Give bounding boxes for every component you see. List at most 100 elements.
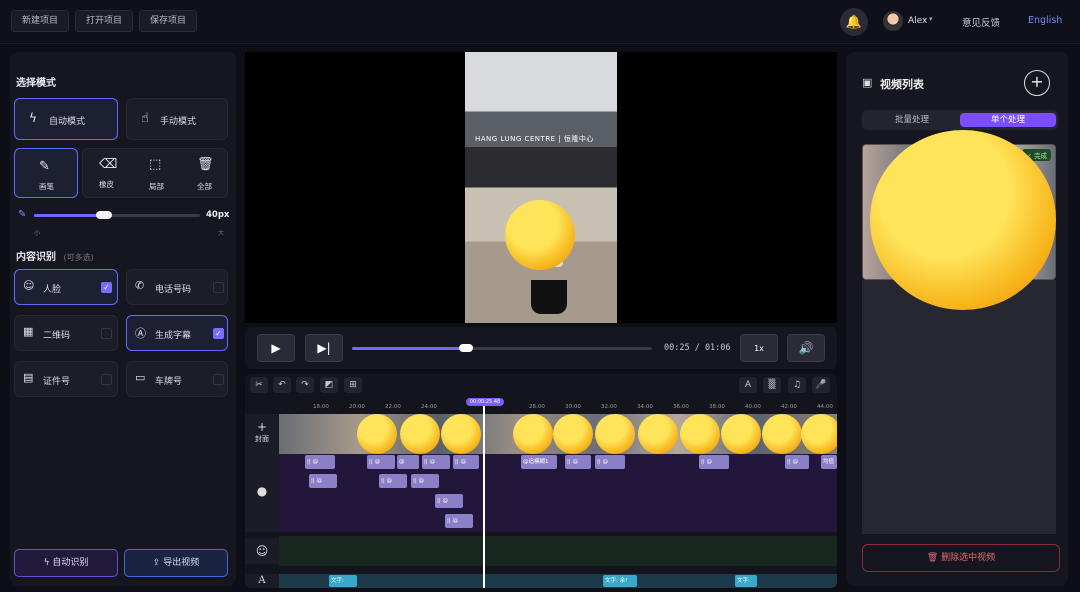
qrcode-checkbox[interactable] [101,328,112,339]
face-blur-emoji [400,414,440,454]
face-blur-emoji [357,414,397,454]
text-detect-icon[interactable]: A [739,377,757,393]
effect-chip[interactable]: || @ [379,474,407,488]
effect-chip[interactable]: || @ [699,455,729,469]
save-project-button[interactable]: 保存项目 [139,10,198,32]
mic-icon[interactable]: 🎤 [812,377,830,393]
insert-icon[interactable]: ⊞ [344,377,362,393]
caret-down-icon[interactable]: ▾ [929,15,933,23]
video-list-icon: ▣ [862,76,873,89]
mode-title: 选择模式 [16,78,56,89]
user-name[interactable]: Alex [908,16,927,26]
local-label: 局部 [149,182,164,191]
play-button[interactable]: ▶ [257,334,295,362]
effect-chip[interactable]: || @ [422,455,450,469]
subtitle-option[interactable]: Ⓐ 生成字幕 ✓ [126,315,228,351]
playhead[interactable] [483,404,485,588]
brush-size-slider[interactable] [34,211,200,219]
effects-track[interactable] [279,454,837,532]
tool-group: ⌫ 橡皮 ⬚ 局部 🗑 全部 [82,148,228,198]
subtitle-checkbox[interactable]: ✓ [213,328,224,339]
mosaic-icon[interactable]: ▒ [763,377,781,393]
trash-icon: 🗑 [197,157,214,172]
ruler-tick: 22:00 [385,404,401,410]
idcard-option[interactable]: ▤ 证件号 [14,361,118,397]
auto-mode-label: 自动模式 [49,117,86,127]
storefront-sign: HANG LUNG CENTRE | 恒隆中心 [475,135,594,143]
scissors-icon[interactable]: ✂ [250,377,268,393]
effect-chip[interactable]: || @ [309,474,337,488]
size-min-label: 小 [34,230,41,237]
effect-chip[interactable]: || @ [595,455,625,469]
hand-icon: ☝ [141,111,149,126]
delete-selected-button[interactable]: 🗑 删除选中视频 [862,544,1060,572]
face-blur-emoji [638,414,678,454]
size-max-label: 大 [218,230,225,237]
tab-batch[interactable]: 批量处理 [864,113,960,127]
feedback-link[interactable]: 意见反馈 [962,15,1000,29]
brush-size-knob[interactable] [95,211,112,219]
all-tool[interactable]: 🗑 全部 [181,149,229,197]
new-project-button[interactable]: 新建项目 [11,10,70,32]
effect-chip[interactable]: || @ [435,494,463,508]
effect-chip[interactable]: || @ [785,455,809,469]
bell-icon[interactable]: 🔔 [840,8,868,36]
redo-icon[interactable]: ↷ [296,377,314,393]
next-frame-button[interactable]: ▶| [305,334,343,362]
face-option[interactable]: ☺ 人脸 ✓ [14,269,118,305]
ruler-tick: 42:00 [781,404,797,410]
brush-label: 画笔 [39,182,54,191]
effect-chip[interactable]: @ [397,455,419,469]
manual-mode-card[interactable]: ☝ 手动模式 [126,98,228,140]
volume-button[interactable]: 🔊 [787,334,825,362]
cover-track-header[interactable]: + 封面 [245,414,279,454]
ruler-tick: 30:00 [565,404,581,410]
effect-chip[interactable]: || @ [305,455,335,469]
undo-icon[interactable]: ↶ [273,377,291,393]
language-switch[interactable]: English [1028,15,1062,26]
subtitle-chip[interactable]: 文字: [329,575,357,587]
effect-chip[interactable]: || @ [445,514,473,528]
ruler-tick: 24:00 [421,404,437,410]
idcard-icon: ▤ [23,371,34,384]
text-track-header: A [245,574,279,588]
audio-wave-icon[interactable]: ♫ [788,377,806,393]
idcard-checkbox[interactable] [101,374,112,385]
face-blur-emoji [595,414,635,454]
plate-option[interactable]: ▭ 车牌号 [126,361,228,397]
phone-option[interactable]: ✆ 电话号码 [126,269,228,305]
open-project-button[interactable]: 打开项目 [75,10,134,32]
effect-chip[interactable]: || @ [453,455,479,469]
brush-tool[interactable]: ✎ 画笔 [14,148,78,198]
auto-detect-button[interactable]: ϟ 自动识别 [14,549,118,577]
manual-mode-label: 手动模式 [160,117,197,127]
phone-checkbox[interactable] [213,282,224,293]
ruler-tick: 38:00 [709,404,725,410]
effect-chip[interactable]: || @ [367,455,395,469]
export-video-button[interactable]: ⇪ 导出视频 [124,549,228,577]
qrcode-option[interactable]: ▦ 二维码 [14,315,118,351]
avatar[interactable] [883,11,903,31]
face-checkbox[interactable]: ✓ [101,282,112,293]
tab-single[interactable]: 单个处理 [960,113,1056,127]
plate-checkbox[interactable] [213,374,224,385]
video-preview[interactable]: HANG LUNG CENTRE | 恒隆中心 [245,52,837,323]
eraser-tool[interactable]: ⌫ 橡皮 [83,149,131,197]
face-blur-emoji [680,414,720,454]
local-tool[interactable]: ⬚ 局部 [133,149,181,197]
effect-chip[interactable]: || @ [565,455,591,469]
playback-progress[interactable] [352,344,652,352]
add-video-button[interactable]: + [1024,70,1050,96]
effect-chip[interactable]: 均值 [821,455,837,469]
subtitle-chip[interactable]: 文字: [735,575,757,587]
video-list-area [862,280,1056,534]
subtitle-chip[interactable]: 文字: 余! [603,575,637,587]
face-track[interactable] [279,536,837,566]
crop-icon[interactable]: ◩ [320,377,338,393]
progress-knob[interactable] [459,344,473,352]
effect-chip[interactable]: @追模糊1 [521,455,557,469]
auto-mode-card[interactable]: ϟ 自动模式 [14,98,118,140]
speed-button[interactable]: 1x [740,334,778,362]
progress-fill [352,347,466,350]
effect-chip[interactable]: || @ [411,474,439,488]
